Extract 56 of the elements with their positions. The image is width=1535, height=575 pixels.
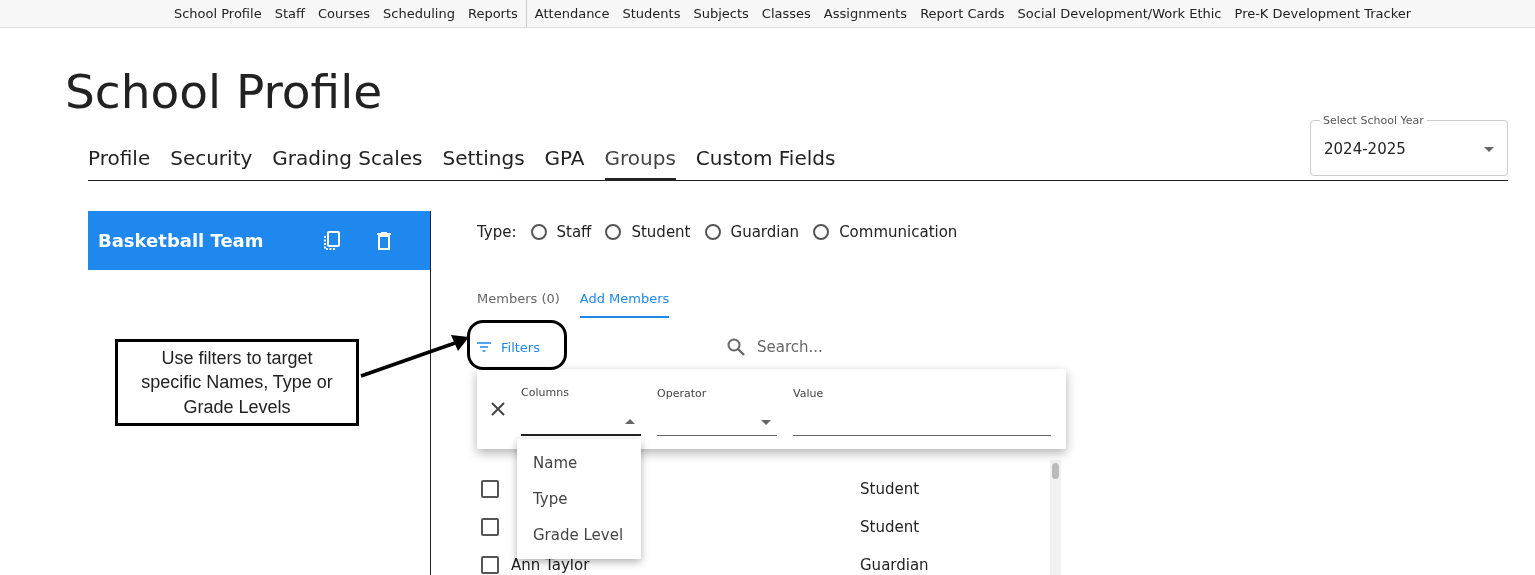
nav-link[interactable]: School Profile [173,6,262,21]
columns-select[interactable]: Columns [521,390,641,436]
tab[interactable]: Add Members [579,283,670,318]
member-type: Student [860,480,920,498]
radio-option[interactable]: Staff [530,223,592,241]
select-value: 2024-2025 [1324,140,1406,158]
group-item[interactable]: Basketball Team [88,211,430,270]
radio-option[interactable]: Guardian [704,223,800,241]
nav-link[interactable]: Pre-K Development Tracker [1234,6,1412,21]
tab[interactable]: Custom Fields [695,146,836,180]
nav-link[interactable]: Students [622,6,681,21]
filters-button[interactable]: Filters [477,339,727,355]
nav-link[interactable]: Scheduling [383,6,455,21]
nav-link[interactable]: Attendance [534,6,610,21]
filter-icon [477,342,491,352]
search-icon [727,338,745,356]
caret-icon [625,419,635,424]
radio-option[interactable]: Student [605,223,691,241]
school-year-select[interactable]: Select School Year 2024-2025 [1310,114,1508,176]
scrollbar[interactable] [1050,460,1061,575]
page-title: School Profile [65,63,383,121]
nav-link[interactable]: Report Cards [920,6,1005,21]
tab[interactable]: Profile [88,146,151,180]
tab[interactable]: Security [170,146,253,180]
close-icon[interactable] [491,402,505,416]
caret-icon [1484,146,1494,152]
trash-icon[interactable] [377,231,391,250]
group-name: Basketball Team [98,230,265,251]
menu-item[interactable]: Name [517,445,641,481]
nav-link[interactable]: Staff [274,6,305,21]
checkbox[interactable] [481,480,499,498]
value-field[interactable]: Value [793,390,1051,436]
checkbox[interactable] [481,518,499,536]
nav-link[interactable]: Subjects [693,6,749,21]
tab[interactable]: Grading Scales [272,146,423,180]
tab[interactable]: Groups [604,146,676,180]
nav-link[interactable]: Assignments [823,6,908,21]
member-type: Student [860,518,920,536]
type-label: Type: [477,223,517,241]
menu-item[interactable]: Type [517,481,641,517]
nav-link[interactable]: Classes [761,6,811,21]
select-label: Select School Year [1322,114,1425,127]
caret-icon [761,419,771,425]
menu-item[interactable]: Grade Level [517,517,641,553]
tab[interactable]: GPA [544,146,585,180]
operator-select[interactable]: Operator [657,390,777,436]
copy-icon[interactable] [323,230,341,251]
radio-option[interactable]: Communication [813,223,958,241]
tab[interactable]: Members (0) [477,283,560,318]
tab[interactable]: Settings [442,146,525,180]
checkbox[interactable] [481,556,499,574]
nav-link[interactable]: Social Development/Work Ethic [1017,6,1222,21]
nav-link[interactable]: Reports [467,6,518,21]
member-type: Guardian [860,556,929,574]
nav-link[interactable]: Courses [317,6,371,21]
annotation-callout: Use filters to target specific Names, Type or Grade Levels [115,339,359,426]
